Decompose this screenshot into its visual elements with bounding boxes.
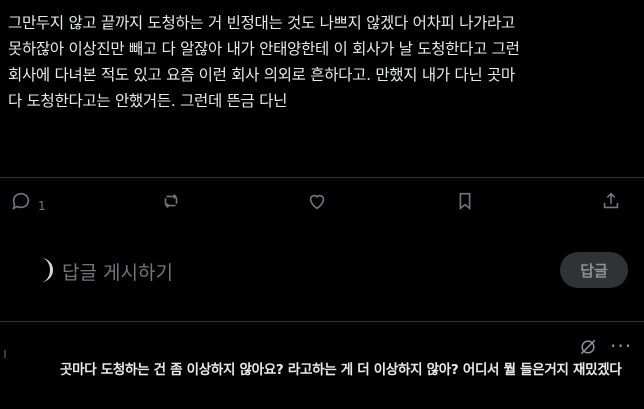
reply-composer: 답글 게시하기 답글 [0, 236, 644, 302]
comment-icon [10, 190, 32, 216]
repost-icon [160, 190, 182, 216]
post-text: 그만두지 않고 끝까지 도청하는 거 빈정대는 것도 나쁘지 않겠다 어차피 나… [8, 14, 520, 110]
more-options-icon[interactable]: ··· [610, 334, 632, 358]
reply-button[interactable]: 답글 [560, 252, 628, 288]
mute-icon[interactable] [578, 337, 598, 361]
avatar [36, 258, 53, 282]
share-icon [600, 190, 622, 216]
reply-action[interactable]: 1 [10, 190, 46, 216]
comment-text: 곳마다 도청하는 건 좀 이상하지 않아요? 라고하는 게 더 이상하지 않아?… [60, 362, 622, 378]
divider [0, 177, 644, 178]
divider [0, 321, 644, 322]
bookmark-icon [454, 190, 476, 216]
reply-count: 1 [38, 199, 46, 213]
heart-icon [306, 190, 328, 216]
share-action[interactable] [600, 190, 622, 216]
repost-action[interactable] [160, 190, 182, 216]
reply-input[interactable]: 답글 게시하기 [62, 258, 173, 285]
bookmark-action[interactable] [454, 190, 476, 216]
like-action[interactable] [306, 190, 328, 216]
comment-avatar[interactable] [4, 350, 14, 358]
action-bar: 1 [0, 190, 644, 216]
